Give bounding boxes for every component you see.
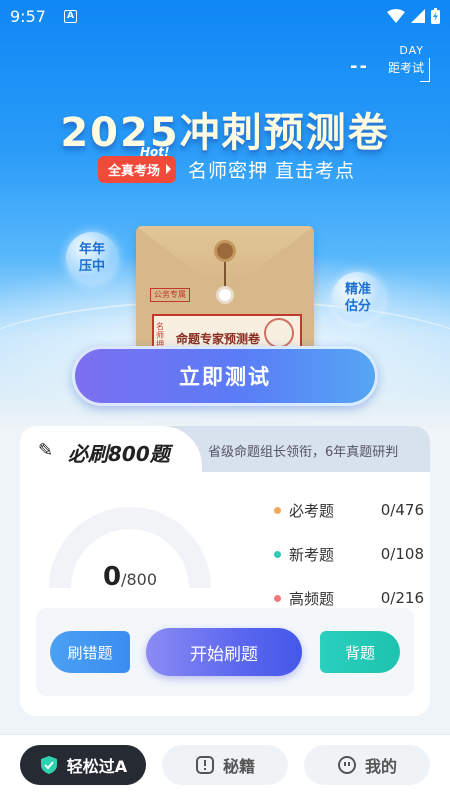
countdown-label: 距考试 (387, 61, 424, 75)
status-time: 9:57 (10, 6, 46, 26)
bubble-right: 精准 估分 (332, 272, 384, 324)
envelope-button (214, 240, 236, 262)
tab-secrets-label: 秘籍 (222, 757, 255, 776)
countdown-unit: DAY (399, 44, 424, 57)
progress-total: /800 (121, 570, 158, 589)
exam-tag-label: 全真考场 (98, 156, 177, 183)
bubble-right-text: 精准 估分 (344, 282, 371, 314)
play-arrow-icon (166, 164, 172, 174)
recite-questions-button[interactable]: 背题 (320, 631, 400, 673)
sim-icon: A (63, 9, 77, 23)
book-alert-icon (195, 755, 215, 775)
signal-icon (411, 9, 425, 23)
stat-value: 0/216 (380, 589, 424, 607)
tab-profile-label: 我的 (364, 757, 397, 776)
tab-secrets[interactable]: 秘籍 (162, 745, 288, 785)
hero-subtitle-row: Hot! 全真考场 名师密押 直击考点 (98, 145, 356, 183)
progress-done: 0 (102, 562, 122, 592)
start-test-button[interactable]: 立即测试 (72, 346, 378, 406)
tab-home[interactable]: 轻松过A (20, 745, 146, 785)
envelope-stamp: 公务专属 (150, 288, 190, 302)
practice-card-header: ✎ 必刷800题 省级命题组长领衔，6年真题研判 (20, 426, 430, 472)
wifi-icon (387, 9, 405, 23)
envelope-side-text: 名师押 (156, 322, 164, 349)
envelope-button-2 (216, 286, 234, 304)
exam-countdown: -- DAY 距考试 (350, 44, 430, 82)
face-icon (337, 755, 357, 775)
tab-home-label: 轻松过A (66, 757, 128, 776)
stat-label: 新考题 (289, 545, 335, 564)
stat-label: 必考题 (289, 501, 335, 520)
tab-profile[interactable]: 我的 (304, 745, 430, 785)
stat-value: 0/476 (380, 501, 424, 519)
pen-icon: ✎ (38, 440, 54, 461)
seal-icon (264, 318, 294, 348)
start-practice-button[interactable]: 开始刷题 (146, 628, 302, 676)
bubble-left: 年年 压中 (66, 232, 118, 284)
hero-headline: 2025冲刺预测卷 (60, 110, 390, 156)
hero-slogan: 名师密押 直击考点 (188, 160, 356, 182)
bottom-tab-bar: 轻松过A 秘籍 我的 (0, 734, 450, 800)
envelope-string (224, 262, 226, 288)
stat-row[interactable]: 新考题 0/108 (274, 532, 424, 576)
status-bar: 9:57 A (0, 0, 450, 32)
question-stats: 必考题 0/476 新考题 0/108 高频题 0/216 (274, 488, 424, 620)
status-icons (387, 8, 440, 24)
battery-icon (431, 8, 440, 24)
exam-tag-text: 全真考场 (108, 164, 161, 179)
practice-title: 必刷800题 (68, 442, 170, 466)
countdown-bracket (420, 58, 430, 82)
shield-check-icon (39, 755, 59, 775)
wrong-questions-button[interactable]: 刷错题 (50, 631, 130, 673)
practice-card: ✎ 必刷800题 省级命题组长领衔，6年真题研判 0/800 必考题 0/476… (20, 426, 430, 716)
exam-tag[interactable]: Hot! 全真考场 (98, 145, 177, 183)
stat-dot (274, 550, 281, 558)
stat-row[interactable]: 必考题 0/476 (274, 488, 424, 532)
stat-value: 0/108 (380, 545, 424, 563)
bubble-left-text: 年年 压中 (78, 242, 105, 274)
practice-actions: 刷错题 开始刷题 背题 (36, 608, 414, 696)
progress-count: 0/800 (46, 562, 214, 592)
practice-subtitle: 省级命题组长领衔，6年真题研判 (208, 445, 399, 460)
stat-label: 高频题 (289, 589, 335, 608)
stat-dot (274, 594, 281, 602)
envelope-title: 命题专家预测卷 (176, 332, 261, 346)
stat-dot (274, 506, 281, 514)
countdown-value: -- (349, 56, 369, 77)
